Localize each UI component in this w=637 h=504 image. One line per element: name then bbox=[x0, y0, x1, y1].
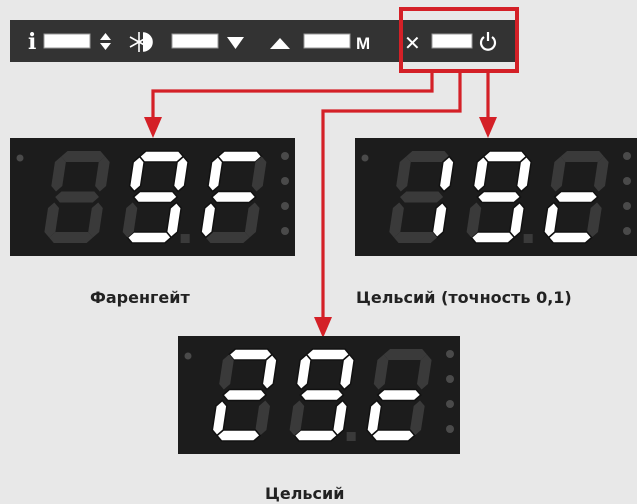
segment-a-on bbox=[216, 150, 263, 163]
indicator-dot bbox=[281, 177, 289, 185]
indicator-dot bbox=[361, 154, 369, 162]
indicator-dot bbox=[281, 227, 289, 235]
segment-a-off bbox=[61, 151, 106, 162]
indicator-dot bbox=[623, 202, 631, 210]
decimal-point bbox=[180, 234, 190, 244]
segment-g-on bbox=[299, 388, 345, 402]
display-fahrenheit bbox=[10, 138, 295, 256]
segment-g-on bbox=[476, 190, 522, 204]
segment-g-on bbox=[376, 388, 422, 402]
caption-celsius: Цельсий bbox=[265, 484, 345, 503]
segment-d-on bbox=[215, 429, 262, 442]
indicator-dot bbox=[446, 350, 454, 358]
segment-a-on bbox=[482, 150, 528, 163]
indicator-dot bbox=[446, 375, 454, 383]
cross-icon: ✕ bbox=[404, 31, 421, 55]
display-celsius-precise bbox=[355, 138, 637, 256]
segment-a-off bbox=[406, 151, 450, 162]
button-slot-2[interactable] bbox=[171, 33, 219, 49]
segment-a-on bbox=[138, 150, 185, 163]
info-icon: i bbox=[28, 29, 36, 55]
indicator-dot bbox=[623, 152, 631, 160]
decimal-point bbox=[523, 234, 533, 244]
segment-g-on bbox=[221, 388, 268, 402]
segment-a-off bbox=[383, 349, 427, 360]
control-panel: i M ✕ bbox=[10, 7, 519, 73]
button-slot-3[interactable] bbox=[303, 33, 351, 49]
indicator-dot bbox=[184, 352, 192, 360]
display-celsius bbox=[178, 336, 460, 454]
segment-d-off bbox=[49, 232, 93, 243]
m-letter-icon: M bbox=[356, 34, 370, 53]
segment-a-off bbox=[560, 151, 604, 162]
indicator-dot bbox=[16, 154, 24, 162]
caption-celsius-precise: Цельсий (точность 0,1) bbox=[356, 288, 572, 307]
segment-g-off bbox=[55, 191, 99, 203]
segment-d-on bbox=[293, 429, 339, 442]
segment-d-off bbox=[205, 232, 250, 243]
segment-g-on bbox=[132, 190, 179, 204]
button-slot-4[interactable] bbox=[431, 33, 473, 49]
diagram: i M ✕ bbox=[10, 7, 637, 454]
segment-a-on bbox=[228, 348, 274, 361]
segment-a-on bbox=[305, 348, 351, 361]
segment-d-on bbox=[470, 231, 516, 244]
segment-d-on bbox=[126, 231, 173, 244]
segment-d-on bbox=[547, 231, 593, 244]
caption-fahrenheit: Фаренгейт bbox=[90, 288, 190, 307]
indicator-dot bbox=[623, 227, 631, 235]
segment-g-on bbox=[553, 190, 599, 204]
segment-d-on bbox=[370, 429, 416, 442]
button-slot-1[interactable] bbox=[43, 33, 91, 49]
indicator-dot bbox=[446, 400, 454, 408]
indicator-dot bbox=[281, 152, 289, 160]
indicator-dot bbox=[623, 177, 631, 185]
indicator-dot bbox=[281, 202, 289, 210]
segment-d-off bbox=[393, 232, 438, 243]
segment-g-on bbox=[210, 190, 257, 204]
indicator-dot bbox=[446, 425, 454, 433]
decimal-point bbox=[346, 432, 356, 442]
segment-g-off bbox=[400, 191, 444, 203]
